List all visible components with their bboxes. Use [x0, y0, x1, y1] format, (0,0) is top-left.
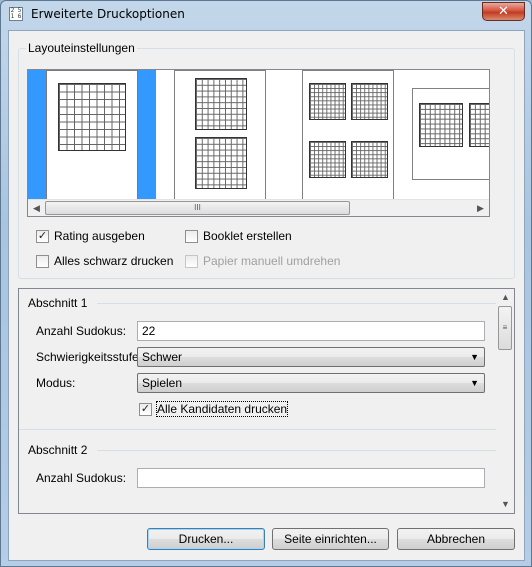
sudoku-grid-preview [195, 78, 247, 130]
manual-flip-checkbox: Papier manuell umdrehen [185, 253, 340, 269]
dialog-window: 2 51 6 Erweiterte Druckoptionen ✕ Layout… [0, 0, 532, 567]
checkbox-icon [185, 255, 198, 268]
scrollbar-thumb[interactable]: ≡ [498, 306, 512, 350]
sudoku-grid-preview [351, 141, 388, 178]
mode-value: Spielen [142, 376, 183, 390]
section-separator [19, 429, 496, 430]
sudoku-grid-preview [58, 83, 126, 151]
scroll-right-arrow-icon[interactable]: ▶ [472, 200, 489, 216]
sudoku-grid-preview [469, 103, 489, 147]
chevron-down-icon: ▼ [470, 378, 479, 388]
checkbox-icon [36, 255, 49, 268]
mode-label: Modus: [36, 376, 76, 390]
scrollbar-thumb[interactable]: III [45, 201, 350, 215]
candidates-label: Alle Kandidaten drucken [155, 401, 289, 417]
layout-horizontal-scrollbar[interactable]: ◀ III ▶ [28, 199, 489, 216]
mode-select[interactable]: Spielen ▼ [137, 373, 485, 393]
difficulty-label: Schwierigkeitsstufe: [36, 350, 143, 364]
layout-option-two[interactable] [174, 70, 266, 200]
sudoku-grid-preview [309, 83, 346, 120]
section-divider [97, 450, 496, 451]
sudoku-grid-preview [195, 137, 247, 189]
dialog-client-area: Layouteinstellungen ◀ III ▶ ✓ Rating aus… [8, 30, 525, 561]
difficulty-value: Schwer [142, 350, 183, 364]
sudoku-grid-preview [351, 83, 388, 120]
layout-settings-legend: Layouteinstellungen [26, 41, 137, 55]
layout-option-single[interactable] [28, 70, 156, 200]
rating-checkbox[interactable]: ✓ Rating ausgeben [36, 228, 145, 244]
count-input[interactable] [137, 468, 485, 488]
candidates-checkbox[interactable]: ✓ Alle Kandidaten drucken [139, 401, 289, 417]
scroll-left-arrow-icon[interactable]: ◀ [28, 200, 45, 216]
black-print-checkbox[interactable]: Alles schwarz drucken [36, 253, 173, 269]
checkbox-checked-icon: ✓ [36, 230, 49, 243]
section-2-header: Abschnitt 2 [28, 443, 88, 457]
layout-page-preview [46, 70, 138, 200]
layout-page-preview [412, 88, 489, 180]
count-input[interactable]: 22 [137, 321, 485, 341]
sudoku-grid-preview [309, 141, 346, 178]
checkbox-icon [185, 230, 198, 243]
layout-option-four[interactable] [302, 70, 394, 200]
checkbox-checked-icon: ✓ [139, 403, 152, 416]
sections-vertical-scrollbar[interactable]: ▲ ≡ ▼ [497, 289, 514, 513]
count-label: Anzahl Sudokus: [36, 324, 127, 338]
layout-page-preview [302, 70, 394, 200]
chevron-down-icon: ▼ [470, 352, 479, 362]
sudoku-app-icon: 2 51 6 [9, 7, 23, 21]
title-bar[interactable]: 2 51 6 Erweiterte Druckoptionen ✕ [1, 1, 531, 29]
cancel-button[interactable]: Abbrechen [397, 528, 515, 550]
section-1-header: Abschnitt 1 [28, 296, 88, 310]
page-setup-button[interactable]: Seite einrichten... [272, 528, 389, 550]
layout-preview-list[interactable]: ◀ III ▶ [27, 69, 490, 217]
window-title: Erweiterte Druckoptionen [31, 7, 185, 21]
close-button[interactable]: ✕ [482, 2, 525, 21]
difficulty-select[interactable]: Schwer ▼ [137, 347, 485, 367]
black-print-label: Alles schwarz drucken [54, 254, 174, 268]
sudoku-grid-preview [419, 103, 463, 147]
layout-page-preview [174, 70, 266, 200]
scroll-down-arrow-icon[interactable]: ▼ [497, 496, 514, 513]
booklet-label: Booklet erstellen [203, 229, 292, 243]
scroll-up-arrow-icon[interactable]: ▲ [497, 289, 514, 306]
sections-panel[interactable]: Abschnitt 1 Anzahl Sudokus: 22 Schwierig… [18, 288, 515, 514]
booklet-checkbox[interactable]: Booklet erstellen [185, 228, 292, 244]
section-divider [97, 303, 496, 304]
rating-label: Rating ausgeben [54, 229, 145, 243]
layout-option-landscape[interactable] [412, 70, 489, 200]
manual-flip-label: Papier manuell umdrehen [203, 254, 341, 268]
print-button[interactable]: Drucken... [147, 528, 265, 550]
count-label: Anzahl Sudokus: [36, 471, 127, 485]
